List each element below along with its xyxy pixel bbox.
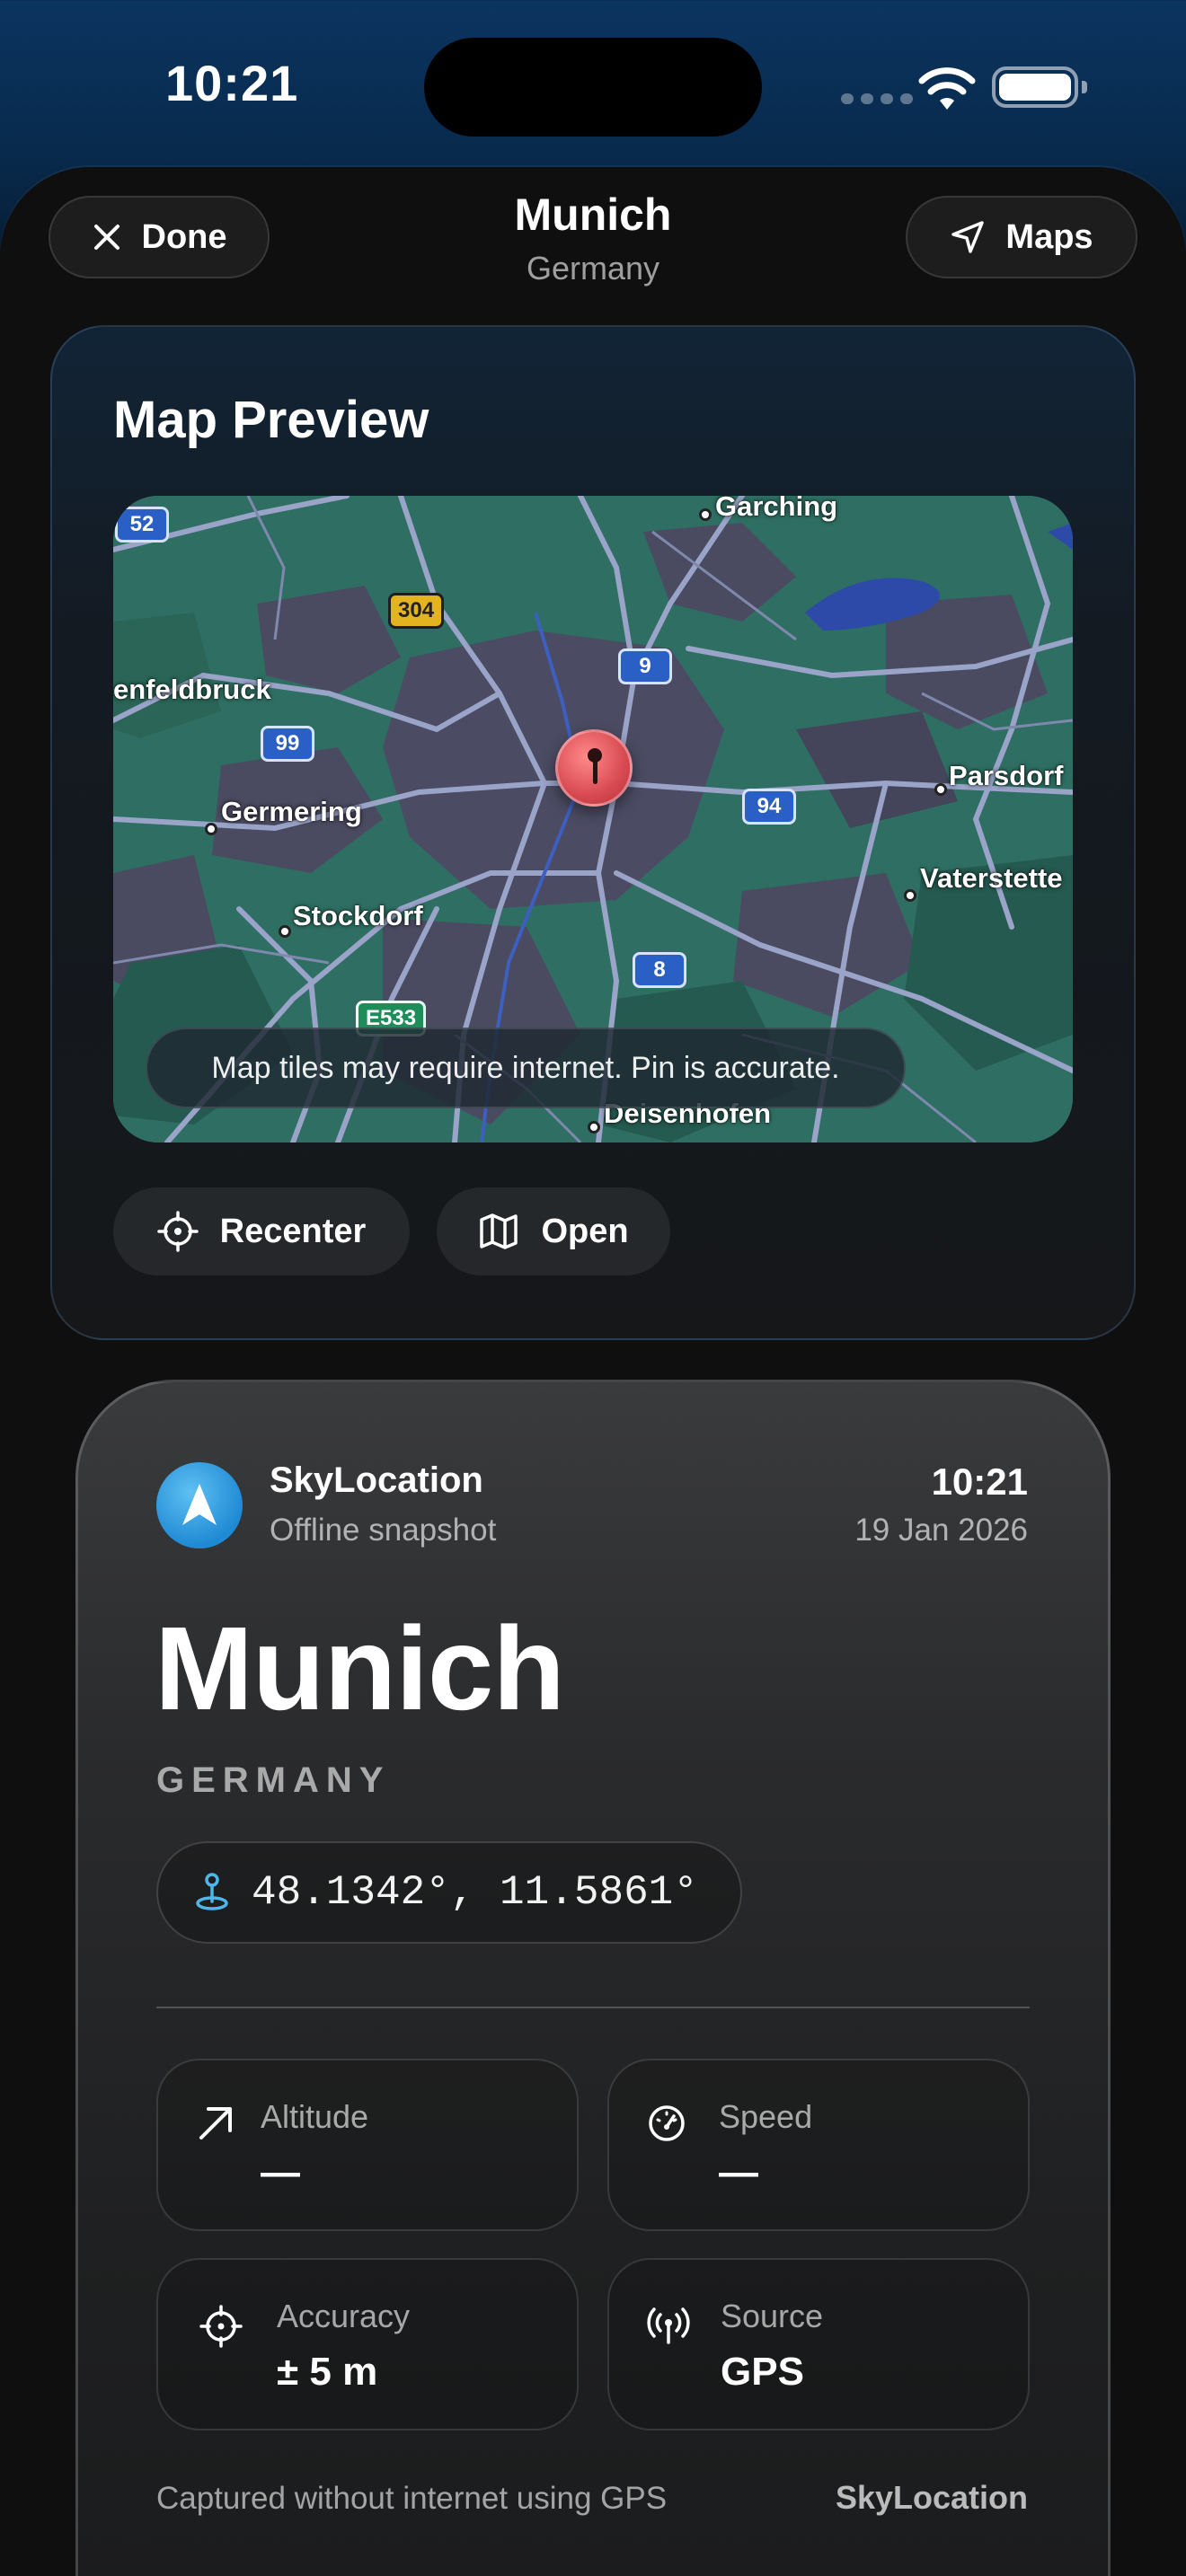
city-name: Munich xyxy=(155,1602,565,1734)
open-label: Open xyxy=(541,1212,629,1250)
status-bar: 10:21 xyxy=(0,0,1186,171)
map-notice-toast: Map tiles may require internet. Pin is a… xyxy=(146,1028,906,1108)
place-label-parsdorf: Parsdorf xyxy=(949,760,1064,791)
divider xyxy=(156,2007,1030,2008)
stat-source: Source GPS xyxy=(607,2258,1030,2430)
country-name: GERMANY xyxy=(156,1760,391,1800)
battery-icon xyxy=(992,66,1087,108)
status-time: 10:21 xyxy=(165,55,299,111)
navigation-arrow-icon xyxy=(951,221,985,253)
antenna-signal-icon xyxy=(647,2307,690,2344)
footer-brand: SkyLocation xyxy=(835,2479,1028,2516)
location-pin-icon xyxy=(555,729,633,807)
stat-accuracy-label: Accuracy xyxy=(277,2298,411,2334)
stat-source-value: GPS xyxy=(721,2350,804,2394)
stat-altitude-value: — xyxy=(261,2150,300,2194)
road-shield-94: 94 xyxy=(742,789,796,825)
map-preview-title: Map Preview xyxy=(113,391,429,449)
recenter-button[interactable]: Recenter xyxy=(113,1187,410,1275)
navigation-arrow-icon xyxy=(182,1484,217,1525)
crosshair-icon xyxy=(156,1211,199,1252)
road-shield-9: 9 xyxy=(618,648,672,684)
maps-label: Maps xyxy=(1005,217,1093,256)
skylocation-app-icon xyxy=(156,1462,243,1548)
map-pin-icon xyxy=(196,1873,228,1910)
coordinates-pill[interactable]: 48.1342°, 11.5861° xyxy=(156,1841,742,1944)
capture-note: Captured without internet using GPS xyxy=(156,2481,668,2516)
arrow-up-right-icon xyxy=(199,2107,232,2139)
app-name: SkyLocation xyxy=(270,1460,483,1500)
open-map-button[interactable]: Open xyxy=(437,1187,670,1275)
map-view[interactable]: 52 304 9 99 94 8 E533 Garching enfeldbru… xyxy=(113,496,1073,1142)
dynamic-island xyxy=(424,38,762,137)
crosshair-icon xyxy=(199,2305,243,2348)
recenter-label: Recenter xyxy=(219,1212,367,1250)
snapshot-time: 10:21 xyxy=(931,1460,1028,1503)
stat-accuracy-value: ± 5 m xyxy=(277,2350,378,2394)
stat-speed: Speed — xyxy=(607,2059,1030,2231)
map-notice-text: Map tiles may require internet. Pin is a… xyxy=(211,1050,840,1085)
road-shield-304: 304 xyxy=(388,593,445,629)
place-label-fuerstenfeldbruck: enfeldbruck xyxy=(113,674,271,705)
stat-speed-label: Speed xyxy=(719,2098,813,2135)
open-in-maps-button[interactable]: Maps xyxy=(906,196,1137,278)
speedometer-icon xyxy=(649,2105,685,2141)
place-label-germering: Germering xyxy=(221,796,362,827)
place-label-garching: Garching xyxy=(715,496,838,522)
map-icon xyxy=(480,1213,518,1249)
place-label-stockdorf: Stockdorf xyxy=(293,900,423,931)
road-shield-99: 99 xyxy=(261,726,314,762)
snapshot-date: 19 Jan 2026 xyxy=(854,1513,1028,1548)
cellular-signal-icon xyxy=(841,93,913,104)
coordinates-text: 48.1342°, 11.5861° xyxy=(252,1869,698,1916)
road-shield-52: 52 xyxy=(115,507,169,543)
wifi-icon xyxy=(918,67,976,110)
stat-speed-value: — xyxy=(719,2150,758,2194)
stat-altitude: Altitude — xyxy=(156,2059,579,2231)
road-shield-8: 8 xyxy=(633,952,686,988)
place-label-vaterstetten: Vaterstette xyxy=(920,862,1063,894)
stat-altitude-label: Altitude xyxy=(261,2098,369,2135)
stat-accuracy: Accuracy ± 5 m xyxy=(156,2258,579,2430)
app-subtitle: Offline snapshot xyxy=(270,1513,497,1548)
stat-source-label: Source xyxy=(721,2298,824,2334)
